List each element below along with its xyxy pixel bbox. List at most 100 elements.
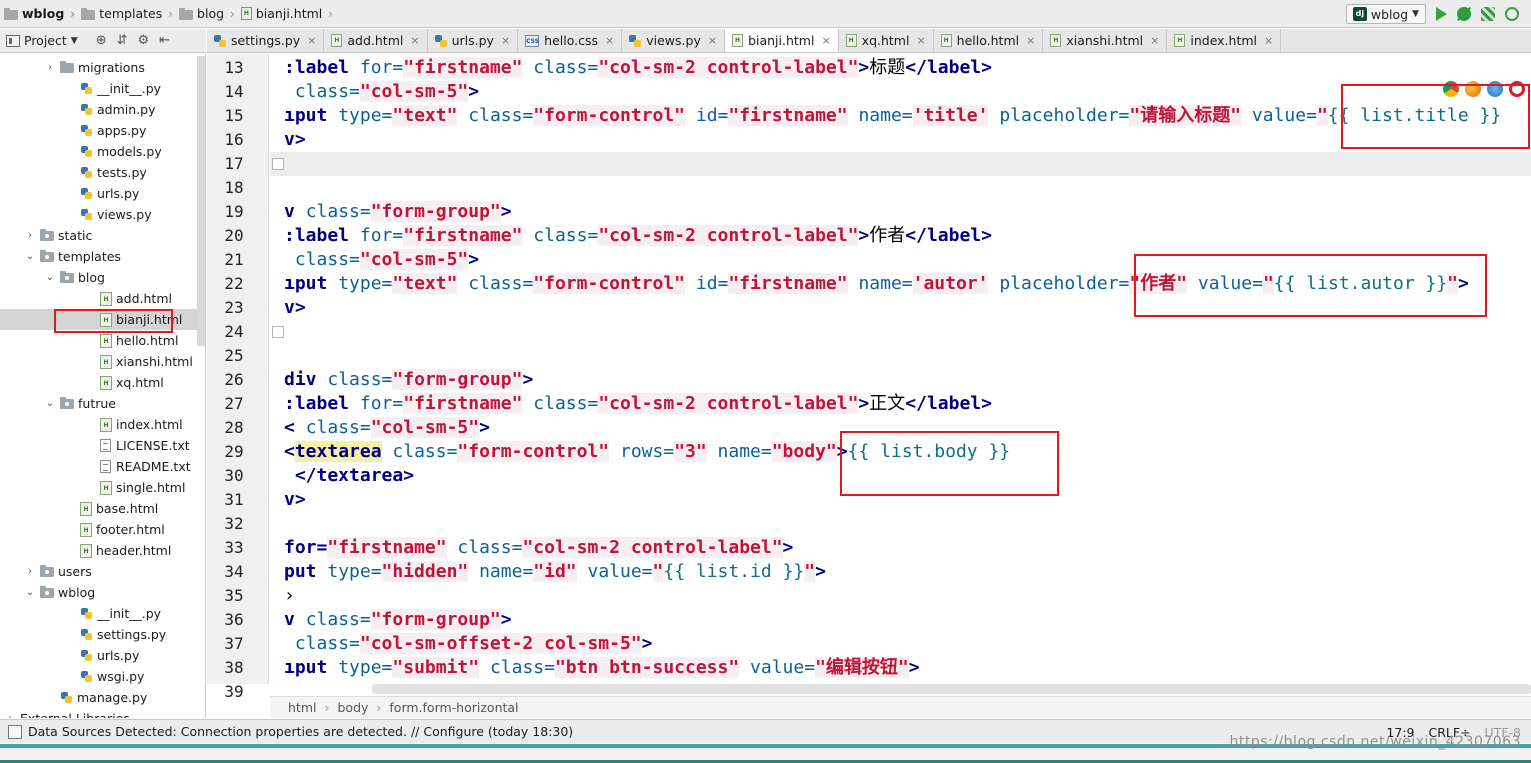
- tree-item-label: External Libraries: [20, 711, 130, 718]
- tree-item[interactable]: Hbase.html: [0, 498, 205, 519]
- collapse-icon[interactable]: ⇵: [117, 33, 128, 48]
- tree-item[interactable]: Hxianshi.html: [0, 351, 205, 372]
- coverage-icon[interactable]: [1481, 7, 1495, 21]
- tree-item[interactable]: ⌄ templates: [0, 246, 205, 267]
- locate-icon[interactable]: ⊕: [96, 33, 107, 48]
- close-icon[interactable]: ×: [307, 34, 316, 47]
- tree-item-label: hello.html: [116, 333, 179, 348]
- tree-item[interactable]: __init__.py: [0, 78, 205, 99]
- run-configuration-select[interactable]: dj wblog ▼: [1345, 4, 1426, 24]
- safari-icon[interactable]: [1487, 81, 1503, 97]
- close-icon[interactable]: ×: [410, 34, 419, 47]
- tree-item[interactable]: › static: [0, 225, 205, 246]
- code-token: "col-sm-2 control-label": [598, 57, 859, 78]
- tree-item[interactable]: apps.py: [0, 120, 205, 141]
- code-breadcrumb-html[interactable]: html: [288, 700, 316, 715]
- close-icon[interactable]: ×: [821, 34, 830, 47]
- chevron-icon[interactable]: ⌄: [44, 272, 56, 283]
- tree-scrollbar[interactable]: [197, 56, 205, 346]
- tree-item[interactable]: › migrations: [0, 57, 205, 78]
- tab-xianshi-html[interactable]: Hxianshi.html ×: [1043, 29, 1168, 52]
- tab-hello-html[interactable]: Hhello.html ×: [933, 29, 1044, 52]
- tab-urls-py[interactable]: urls.py ×: [427, 29, 519, 52]
- nav-crumb-blog[interactable]: blog ›: [175, 0, 237, 28]
- tab-settings-py[interactable]: settings.py ×: [207, 29, 325, 52]
- code-token: <: [284, 441, 295, 462]
- tree-item[interactable]: manage.py: [0, 687, 205, 708]
- close-icon[interactable]: ×: [1150, 34, 1159, 47]
- tab-add-html[interactable]: Hadd.html ×: [324, 29, 428, 52]
- tree-item[interactable]: LICENSE.txt: [0, 435, 205, 456]
- close-icon[interactable]: ×: [916, 34, 925, 47]
- tab-views-py[interactable]: views.py ×: [622, 29, 726, 52]
- chevron-icon[interactable]: ›: [24, 566, 36, 577]
- code-breadcrumb-body[interactable]: body: [337, 700, 368, 715]
- close-icon[interactable]: ×: [501, 34, 510, 47]
- firefox-icon[interactable]: [1465, 81, 1481, 97]
- tree-item[interactable]: ⌄ futrue: [0, 393, 205, 414]
- tab-hello-css[interactable]: CSS hello.css ×: [518, 29, 623, 52]
- tree-item[interactable]: Hsingle.html: [0, 477, 205, 498]
- tab-xq-html[interactable]: Hxq.html ×: [838, 29, 934, 52]
- tree-item[interactable]: Hindex.html: [0, 414, 205, 435]
- tab-bianji-html[interactable]: Hbianji.html ×: [725, 29, 839, 52]
- tree-item[interactable]: Hadd.html: [0, 288, 205, 309]
- close-icon[interactable]: ×: [605, 34, 614, 47]
- code-token: "id": [533, 561, 577, 582]
- chevron-icon[interactable]: ›: [4, 713, 16, 718]
- html-file-icon: H: [1050, 34, 1062, 47]
- close-icon[interactable]: ×: [1026, 34, 1035, 47]
- status-message[interactable]: Data Sources Detected: Connection proper…: [28, 724, 573, 739]
- tree-item[interactable]: Hfooter.html: [0, 519, 205, 540]
- project-view-select[interactable]: Project: [24, 33, 67, 48]
- close-icon[interactable]: ×: [1264, 34, 1273, 47]
- nav-crumb-templates[interactable]: templates ›: [77, 0, 175, 28]
- tree-item[interactable]: views.py: [0, 204, 205, 225]
- nav-crumb-project[interactable]: wblog ›: [0, 0, 77, 28]
- tree-item[interactable]: › External Libraries: [0, 708, 205, 718]
- chevron-icon[interactable]: ⌄: [24, 587, 36, 598]
- tree-item[interactable]: __init__.py: [0, 603, 205, 624]
- profile-icon[interactable]: [1505, 7, 1519, 21]
- code-token: "编辑按钮": [815, 657, 909, 678]
- opera-icon[interactable]: [1509, 81, 1525, 97]
- horizontal-scrollbar[interactable]: [372, 684, 1531, 694]
- nav-crumb-file[interactable]: H bianji.html ›: [237, 0, 335, 28]
- tree-item[interactable]: ⌄ blog: [0, 267, 205, 288]
- tree-item[interactable]: urls.py: [0, 183, 205, 204]
- chevron-down-icon[interactable]: ▼: [71, 36, 78, 46]
- close-icon[interactable]: ×: [708, 34, 717, 47]
- tree-item[interactable]: tests.py: [0, 162, 205, 183]
- tool-windows-icon[interactable]: [8, 724, 22, 739]
- tree-item[interactable]: ⌄ wblog: [0, 582, 205, 603]
- fold-marker-icon[interactable]: [272, 158, 284, 170]
- chevron-icon[interactable]: ›: [44, 62, 56, 73]
- gear-icon[interactable]: ⚙: [138, 33, 150, 48]
- tree-item[interactable]: wsgi.py: [0, 666, 205, 687]
- chrome-icon[interactable]: [1443, 81, 1459, 97]
- debug-icon[interactable]: [1457, 7, 1471, 21]
- tree-item[interactable]: Hbianji.html: [0, 309, 205, 330]
- tree-item[interactable]: Hheader.html: [0, 540, 205, 561]
- fold-marker-icon[interactable]: [272, 326, 284, 338]
- line-number: 37: [224, 634, 244, 653]
- code-token: v: [284, 201, 295, 222]
- tree-item[interactable]: Hxq.html: [0, 372, 205, 393]
- tree-item[interactable]: settings.py: [0, 624, 205, 645]
- tab-index-html[interactable]: Hindex.html ×: [1167, 29, 1282, 52]
- chevron-icon[interactable]: ⌄: [44, 398, 56, 409]
- tree-item[interactable]: › users: [0, 561, 205, 582]
- chevron-icon[interactable]: ⌄: [24, 251, 36, 262]
- run-icon[interactable]: [1436, 7, 1447, 21]
- tree-item[interactable]: urls.py: [0, 645, 205, 666]
- code-editor[interactable]: :label for="firstname" class="col-sm-2 c…: [270, 54, 1531, 684]
- code-breadcrumb-form[interactable]: form.form-horizontal: [389, 700, 518, 715]
- tree-item[interactable]: models.py: [0, 141, 205, 162]
- chevron-icon[interactable]: ›: [24, 230, 36, 241]
- hide-icon[interactable]: ⇤: [159, 33, 170, 48]
- tree-item[interactable]: README.txt: [0, 456, 205, 477]
- tree-item[interactable]: Hhello.html: [0, 330, 205, 351]
- tree-item[interactable]: admin.py: [0, 99, 205, 120]
